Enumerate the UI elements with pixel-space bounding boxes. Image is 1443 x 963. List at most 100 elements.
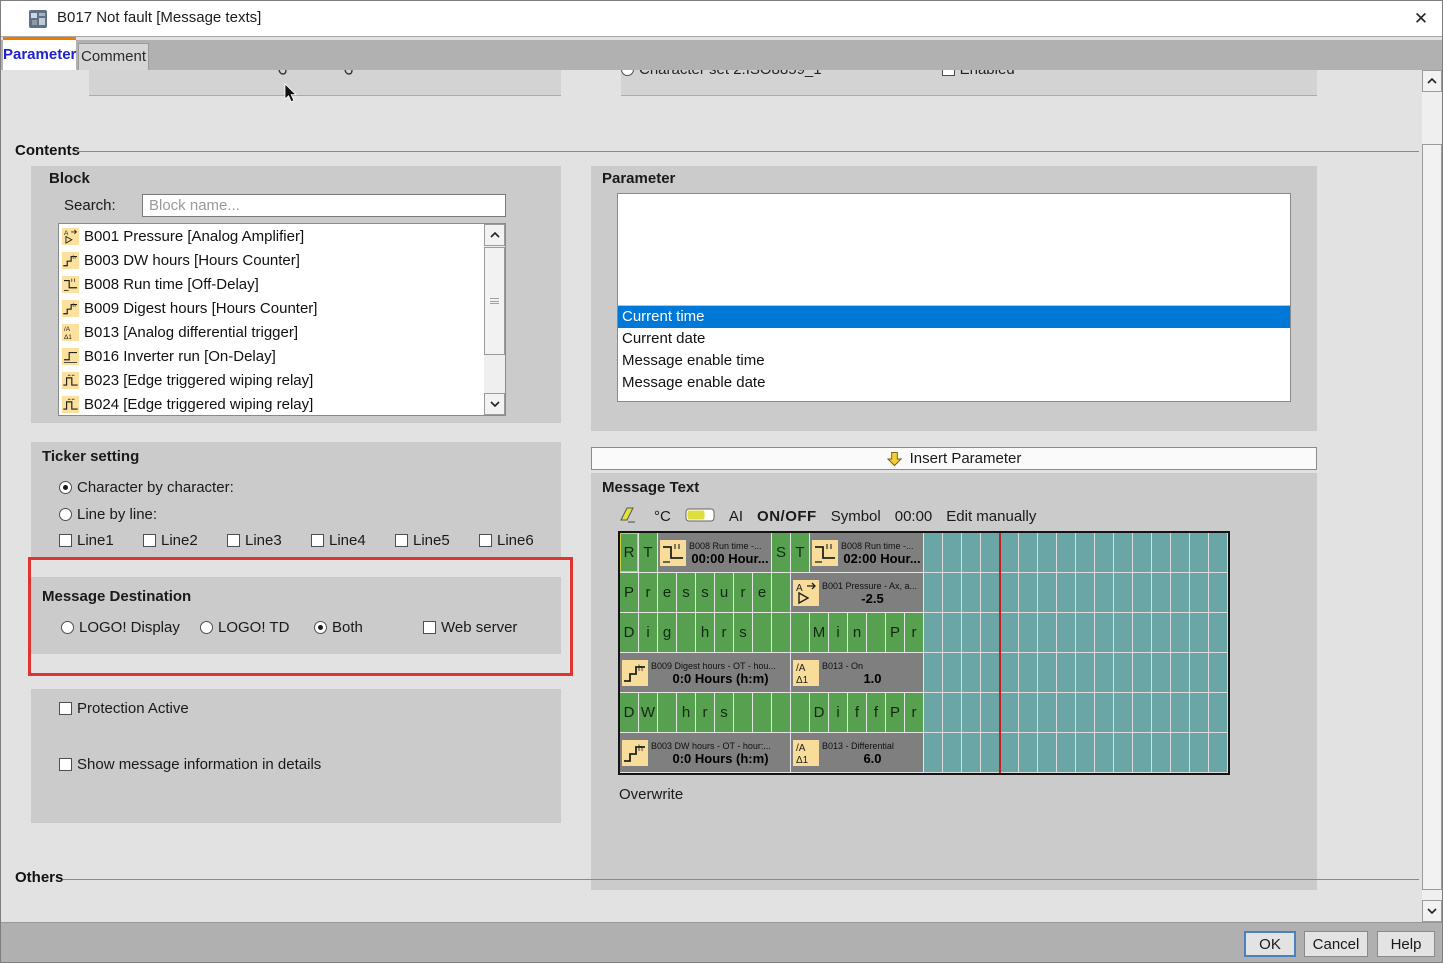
destination-option[interactable]: LOGO! Display bbox=[61, 619, 180, 636]
parameter-cell[interactable]: /AΔ1B013 - Differential6.0 bbox=[791, 733, 924, 773]
parameter-item[interactable]: Current date bbox=[618, 328, 1290, 350]
list-item[interactable]: hB009 Digest hours [Hours Counter] bbox=[59, 296, 505, 320]
char-cell[interactable]: r bbox=[696, 693, 715, 733]
parameter-cell[interactable]: /AΔ1B013 - On1.0 bbox=[791, 653, 924, 693]
webserver-cell[interactable] bbox=[1171, 733, 1190, 773]
webserver-cell[interactable] bbox=[1000, 733, 1019, 773]
webserver-cell[interactable] bbox=[981, 613, 1000, 653]
webserver-cell[interactable] bbox=[1133, 533, 1152, 573]
webserver-cell[interactable] bbox=[943, 573, 962, 613]
char-cell[interactable]: h bbox=[696, 613, 715, 653]
list-item[interactable]: B024 [Edge triggered wiping relay] bbox=[59, 392, 505, 416]
parameter-item[interactable]: Current time bbox=[618, 306, 1290, 328]
char-cell[interactable]: D bbox=[620, 693, 639, 733]
list-item[interactable]: /AΔ1B013 [Analog differential trigger] bbox=[59, 320, 505, 344]
webserver-cell[interactable] bbox=[924, 573, 943, 613]
char-cell[interactable]: P bbox=[620, 573, 639, 613]
char-cell[interactable]: i bbox=[639, 613, 658, 653]
tab-parameter[interactable]: Parameter bbox=[3, 40, 76, 70]
parameter-cell[interactable]: AB001 Pressure - Ax, a...-2.5 bbox=[791, 573, 924, 613]
parameter-cell[interactable]: hB003 DW hours - OT - hour:...0:0 Hours … bbox=[620, 733, 791, 773]
char-cell[interactable]: D bbox=[620, 613, 639, 653]
webserver-cell[interactable] bbox=[943, 733, 962, 773]
bar-meter-icon[interactable] bbox=[685, 508, 715, 526]
char-cell[interactable]: i bbox=[829, 693, 848, 733]
webserver-cell[interactable] bbox=[943, 533, 962, 573]
webserver-cell[interactable] bbox=[1152, 693, 1171, 733]
webserver-cell[interactable] bbox=[1000, 693, 1019, 733]
webserver-cell[interactable] bbox=[1057, 533, 1076, 573]
char-cell[interactable]: T bbox=[639, 533, 658, 573]
webserver-cell[interactable] bbox=[924, 653, 943, 693]
line-by-line-radio[interactable] bbox=[59, 508, 72, 521]
webserver-cell[interactable] bbox=[1171, 653, 1190, 693]
webserver-cell[interactable] bbox=[1209, 613, 1228, 653]
edit-manually-button[interactable]: Edit manually bbox=[946, 508, 1036, 525]
parameter-item[interactable]: Message enable time bbox=[618, 350, 1290, 372]
webserver-cell[interactable] bbox=[962, 733, 981, 773]
webserver-cell[interactable] bbox=[1038, 693, 1057, 733]
webserver-cell[interactable] bbox=[1000, 573, 1019, 613]
webserver-cell[interactable] bbox=[981, 573, 1000, 613]
char-cell[interactable] bbox=[753, 693, 772, 733]
webserver-cell[interactable] bbox=[1114, 613, 1133, 653]
char-cell[interactable]: e bbox=[753, 573, 772, 613]
webserver-cell[interactable] bbox=[981, 533, 1000, 573]
destination-option[interactable]: Web server bbox=[423, 619, 517, 636]
webserver-cell[interactable] bbox=[1000, 533, 1019, 573]
webserver-cell[interactable] bbox=[1057, 573, 1076, 613]
char-cell[interactable]: r bbox=[905, 693, 924, 733]
webserver-cell[interactable] bbox=[981, 653, 1000, 693]
webserver-cell[interactable] bbox=[1000, 653, 1019, 693]
webserver-cell[interactable] bbox=[943, 653, 962, 693]
char-cell[interactable]: f bbox=[867, 693, 886, 733]
char-cell[interactable]: s bbox=[734, 613, 753, 653]
line-checkbox[interactable] bbox=[59, 534, 72, 547]
webserver-cell[interactable] bbox=[924, 533, 943, 573]
scroll-up-icon[interactable] bbox=[484, 224, 505, 246]
char-cell[interactable]: i bbox=[829, 613, 848, 653]
webserver-cell[interactable] bbox=[1190, 733, 1209, 773]
webserver-cell[interactable] bbox=[1190, 693, 1209, 733]
webserver-cell[interactable] bbox=[1114, 533, 1133, 573]
webserver-cell[interactable] bbox=[1095, 573, 1114, 613]
char-cell[interactable] bbox=[753, 613, 772, 653]
char-cell[interactable]: r bbox=[639, 573, 658, 613]
line-checkbox[interactable] bbox=[143, 534, 156, 547]
char-cell[interactable]: s bbox=[696, 573, 715, 613]
webserver-cell[interactable] bbox=[1209, 533, 1228, 573]
line-checkbox[interactable] bbox=[311, 534, 324, 547]
onoff-button[interactable]: ON/OFF bbox=[757, 508, 817, 525]
webserver-cell[interactable] bbox=[1019, 533, 1038, 573]
list-item[interactable]: B023 [Edge triggered wiping relay] bbox=[59, 368, 505, 392]
tab-comment[interactable]: Comment bbox=[78, 43, 149, 70]
webserver-cell[interactable] bbox=[1114, 653, 1133, 693]
char-cell[interactable]: f bbox=[848, 693, 867, 733]
webserver-cell[interactable] bbox=[1133, 573, 1152, 613]
line-checkbox[interactable] bbox=[479, 534, 492, 547]
webserver-cell[interactable] bbox=[1152, 653, 1171, 693]
search-input[interactable] bbox=[142, 194, 506, 217]
ticker-line-option[interactable]: Line2 bbox=[143, 532, 198, 549]
ticker-line-option[interactable]: Line4 bbox=[311, 532, 366, 549]
webserver-cell[interactable] bbox=[1057, 653, 1076, 693]
webserver-cell[interactable] bbox=[1076, 693, 1095, 733]
char-cell[interactable]: s bbox=[715, 693, 734, 733]
webserver-cell[interactable] bbox=[1095, 693, 1114, 733]
char-cell[interactable]: M bbox=[810, 613, 829, 653]
webserver-cell[interactable] bbox=[943, 693, 962, 733]
char-cell[interactable]: s bbox=[677, 573, 696, 613]
protection-active-checkbox[interactable] bbox=[59, 702, 72, 715]
webserver-cell[interactable] bbox=[1019, 573, 1038, 613]
char-cell[interactable] bbox=[791, 693, 810, 733]
enabled-checkbox[interactable] bbox=[942, 70, 955, 76]
char-cell[interactable]: R bbox=[620, 533, 639, 573]
block-list[interactable]: AB001 Pressure [Analog Amplifier]hB003 D… bbox=[58, 223, 506, 416]
line-by-line-option[interactable]: Line by line: bbox=[59, 506, 157, 523]
webserver-cell[interactable] bbox=[1133, 653, 1152, 693]
char-cell[interactable] bbox=[772, 613, 791, 653]
destination-option[interactable]: LOGO! TD bbox=[200, 619, 289, 636]
eraser-icon[interactable] bbox=[618, 505, 640, 529]
destination-radio[interactable] bbox=[314, 621, 327, 634]
webserver-cell[interactable] bbox=[962, 653, 981, 693]
